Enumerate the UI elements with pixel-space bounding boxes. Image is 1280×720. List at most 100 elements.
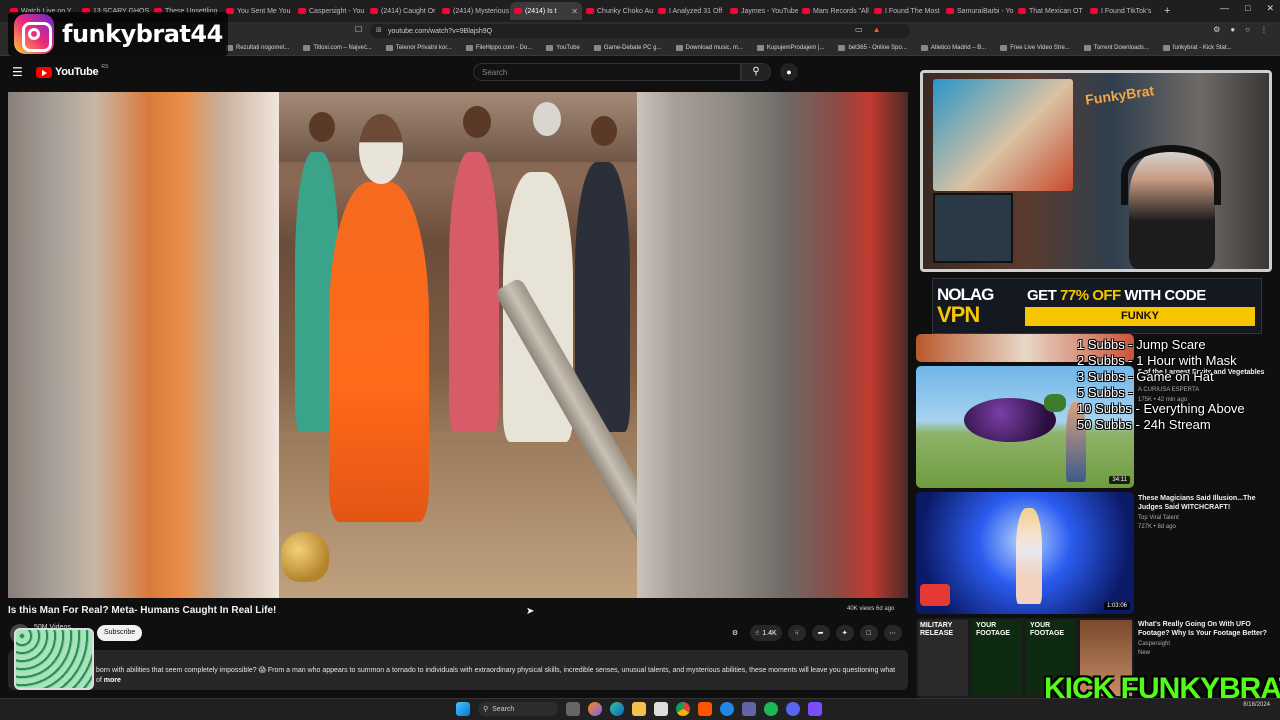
- browser-tab[interactable]: (2414) Mysterious: [438, 2, 510, 20]
- close-window-icon[interactable]: ✕: [1266, 3, 1274, 14]
- spotify-icon[interactable]: [764, 702, 778, 716]
- sub-goal: 1 Subbs - Jump Scare: [1077, 337, 1206, 352]
- browser-tab[interactable]: I Found The Most: [870, 2, 942, 20]
- browser-tab[interactable]: (2414) Is t ✕: [510, 2, 582, 20]
- dislike-button[interactable]: ☟: [787, 625, 806, 641]
- tab-favicon-icon: [946, 8, 954, 14]
- youtube-logo[interactable]: YouTube RS: [36, 64, 108, 78]
- bookmark-label: Titloxi.com – Najveć...: [313, 44, 372, 51]
- site-info-icon[interactable]: ⊞: [376, 26, 382, 34]
- show-more-link[interactable]: more: [104, 677, 121, 684]
- copilot-icon[interactable]: [588, 702, 602, 716]
- maximize-icon[interactable]: □: [1245, 3, 1250, 14]
- chrome-icon[interactable]: [676, 702, 690, 716]
- share-button[interactable]: ➦: [811, 625, 830, 641]
- tab-favicon-icon: [514, 8, 522, 14]
- video-actions: ⚙ ☝ 1.4K ☟ ➦ ✦ □ ⋯: [726, 625, 902, 641]
- recommendation-title[interactable]: These Magicians Said Illusion...The Judg…: [1138, 494, 1278, 512]
- system-tray[interactable]: 8/18/2024: [1243, 702, 1270, 709]
- browser-tab[interactable]: SamuraiBarbi - Yo: [942, 2, 1014, 20]
- bookmark-item[interactable]: Download music, m...: [675, 44, 743, 51]
- new-tab-button[interactable]: +: [1158, 5, 1176, 17]
- webcam-overlay: FunkyBrat: [920, 70, 1272, 272]
- teams-icon[interactable]: [742, 702, 756, 716]
- cast-icon[interactable]: ▭: [855, 25, 863, 34]
- bookmark-item[interactable]: YouTube: [546, 44, 580, 51]
- extension-icon[interactable]: ●: [1230, 25, 1235, 34]
- tab-close-icon[interactable]: ✕: [571, 7, 578, 16]
- browser-tab[interactable]: Caspersight - You: [294, 2, 366, 20]
- description-box[interactable]: born with abilities that seem completely…: [8, 650, 908, 690]
- browser-tab[interactable]: I Analyzed 31 Off: [654, 2, 726, 20]
- bookmark-item[interactable]: funkybrat - Kick Stat...: [1162, 44, 1232, 51]
- taskbar-search[interactable]: ⚲ Search: [478, 702, 558, 716]
- bookmark-item[interactable]: Rezultati nogomet...: [226, 44, 289, 51]
- address-actions: ▭ ▲: [855, 25, 880, 34]
- file-explorer-icon[interactable]: [632, 702, 646, 716]
- sparkle-icon: ✦: [841, 630, 848, 637]
- bookmark-favicon-icon: [838, 44, 846, 51]
- browser-tab[interactable]: I Found TikTok's: [1086, 2, 1158, 20]
- browser-tab[interactable]: You Sent Me You: [222, 2, 294, 20]
- store-icon[interactable]: [654, 702, 668, 716]
- extension-icon[interactable]: ⚙: [1213, 25, 1220, 34]
- more-actions-button[interactable]: ⋯: [883, 625, 902, 641]
- url-field[interactable]: ⊞ youtube.com/watch?v=9Blajsh9Q: [370, 24, 910, 38]
- video-blur-left: [8, 92, 279, 598]
- menu-dots-icon[interactable]: ⋮: [1260, 25, 1268, 34]
- bookmark-page-icon[interactable]: ☐: [355, 25, 362, 34]
- bookmark-item[interactable]: Telenor Privatni kor...: [385, 44, 452, 51]
- extension-icon[interactable]: ○: [1245, 25, 1250, 34]
- bookmark-item[interactable]: Game-Debate PC g...: [593, 44, 662, 51]
- bookmark-item[interactable]: Titloxi.com – Najveć...: [303, 44, 372, 51]
- voice-search-button[interactable]: ●: [780, 63, 798, 81]
- task-view-icon[interactable]: [566, 702, 580, 716]
- ask-button[interactable]: ✦: [835, 625, 854, 641]
- bookmark-item[interactable]: bet365 - Online Spo...: [838, 44, 907, 51]
- bookmark-favicon-icon: [756, 44, 764, 51]
- edge-icon[interactable]: [610, 702, 624, 716]
- like-button[interactable]: ☝ 1.4K: [750, 625, 782, 641]
- tab-label: (2414) Mysterious: [453, 7, 510, 15]
- tray-date: 8/18/2024: [1243, 702, 1270, 708]
- eggplant-stem: [1044, 394, 1066, 412]
- wall-poster: [933, 79, 1073, 191]
- sadhu-head: [359, 114, 403, 184]
- window-controls: — □ ✕: [1220, 3, 1274, 14]
- hamburger-menu-icon[interactable]: ☰: [12, 65, 23, 79]
- subscribe-button[interactable]: Subscribe: [97, 625, 143, 641]
- video-player[interactable]: [8, 92, 908, 598]
- tab-label: I Found TikTok's: [1101, 7, 1152, 15]
- bookmark-label: funkybrat - Kick Stat...: [1172, 44, 1232, 51]
- brave-icon[interactable]: [698, 702, 712, 716]
- bookmark-favicon-icon: [385, 44, 393, 51]
- brave-shield-icon[interactable]: ▲: [873, 25, 881, 34]
- minimize-icon[interactable]: —: [1220, 3, 1229, 14]
- bookmark-item[interactable]: Torrent Downloads...: [1083, 44, 1149, 51]
- save-button[interactable]: □: [859, 625, 878, 641]
- search-placeholder: Search: [482, 68, 508, 77]
- app-icon[interactable]: [720, 702, 734, 716]
- browser-tab[interactable]: (2414) Caught Or: [366, 2, 438, 20]
- taskbar-search-label: Search: [492, 705, 515, 713]
- browser-tab[interactable]: Jaymes - YouTube: [726, 2, 798, 20]
- discord-icon[interactable]: [786, 702, 800, 716]
- browser-tab[interactable]: Mars Records "All: [798, 2, 870, 20]
- tab-favicon-icon: [298, 8, 306, 14]
- thumb-label: YOUR FOOTAGE: [976, 622, 1011, 637]
- bookmark-item[interactable]: Atletico Madrid – B...: [920, 44, 986, 51]
- search-input[interactable]: Search: [473, 63, 741, 81]
- browser-tab[interactable]: Chunky Choko Au: [582, 2, 654, 20]
- tab-favicon-icon: [370, 8, 378, 14]
- settings-button[interactable]: ⚙: [726, 625, 744, 641]
- bookmark-item[interactable]: KupujemProdajem |...: [756, 44, 824, 51]
- bookmark-item[interactable]: Free Live Video Stre...: [1000, 44, 1070, 51]
- recommendation-title[interactable]: What's Really Going On With UFO Footage?…: [1138, 620, 1278, 638]
- windows-start-icon[interactable]: [456, 702, 470, 716]
- bookmark-item[interactable]: FileHippo.com - Do...: [465, 44, 532, 51]
- browser-tab[interactable]: That Mexican OT: [1014, 2, 1086, 20]
- video-thumbnail[interactable]: 1:03:06: [916, 492, 1134, 614]
- bookmark-icon: □: [866, 629, 871, 637]
- search-button[interactable]: ⚲: [741, 63, 771, 81]
- app-icon[interactable]: [808, 702, 822, 716]
